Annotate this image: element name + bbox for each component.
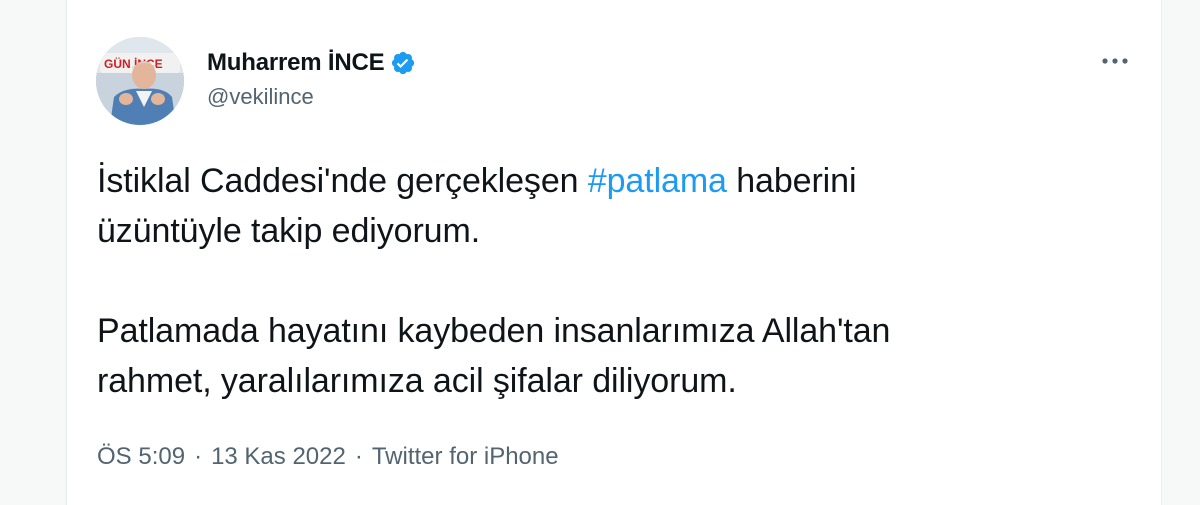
tweet-paragraph-2: Patlamada hayatını kaybeden insanlarımız… bbox=[97, 306, 1117, 406]
author-handle[interactable]: @vekilince bbox=[207, 84, 314, 110]
tweet-metadata: ÖS 5:09 · 13 Kas 2022 · Twitter for iPho… bbox=[97, 443, 559, 471]
tweet-text-segment: İstiklal Caddesi'nde gerçekleşen bbox=[97, 162, 588, 200]
tweet-paragraph-1: İstiklal Caddesi'nde gerçekleşen #patlam… bbox=[97, 156, 1117, 256]
author-display-name[interactable]: Muharrem İNCE bbox=[207, 49, 385, 77]
more-horizontal-icon bbox=[1102, 58, 1128, 64]
hashtag-link[interactable]: #patlama bbox=[588, 162, 727, 200]
more-options-button[interactable] bbox=[1097, 46, 1133, 76]
tweet-time[interactable]: ÖS 5:09 bbox=[97, 443, 185, 471]
verified-badge-icon bbox=[390, 50, 416, 76]
avatar-photo: GÜN İNCE bbox=[96, 37, 184, 125]
tweet-source[interactable]: Twitter for iPhone bbox=[372, 443, 559, 471]
author-name-row: Muharrem İNCE bbox=[207, 46, 416, 80]
tweet-card: GÜN İNCE Muharrem İNCE @vekilince İstikl… bbox=[66, 0, 1162, 505]
tweet-text-segment: rahmet, yaralılarımıza acil şifalar dili… bbox=[97, 362, 737, 400]
avatar[interactable]: GÜN İNCE bbox=[96, 37, 184, 125]
meta-separator: · bbox=[194, 443, 203, 470]
tweet-text-segment: haberini bbox=[726, 162, 857, 200]
tweet-text-segment: üzüntüyle takip ediyorum. bbox=[97, 212, 481, 250]
meta-separator: · bbox=[354, 443, 363, 470]
tweet-date[interactable]: 13 Kas 2022 bbox=[211, 443, 346, 471]
tweet-text: İstiklal Caddesi'nde gerçekleşen #patlam… bbox=[97, 156, 1117, 406]
tweet-text-segment: Patlamada hayatını kaybeden insanlarımız… bbox=[97, 312, 891, 350]
